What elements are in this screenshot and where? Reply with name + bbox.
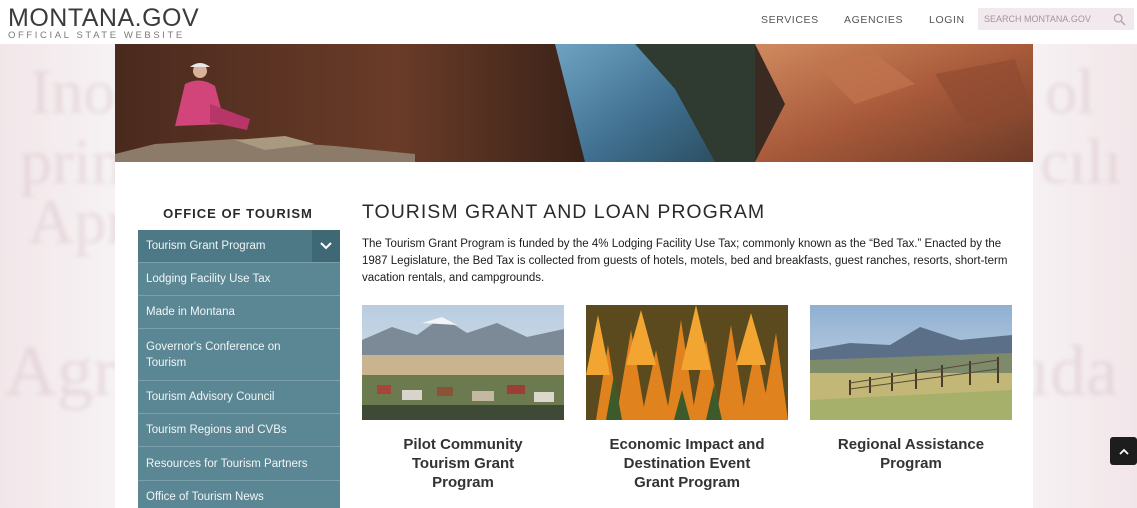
sidebar-item-office-news[interactable]: Office of Tourism News — [138, 481, 340, 508]
logo-subtitle: OFFICIAL STATE WEBSITE — [8, 30, 185, 41]
sidebar-item-label: Tourism Regions and CVBs — [146, 424, 287, 436]
nav-login[interactable]: LOGIN — [929, 14, 965, 26]
intro-paragraph: The Tourism Grant Program is funded by t… — [362, 238, 1008, 284]
sidebar-item-label: Tourism Advisory Council — [146, 391, 275, 403]
site-logo[interactable]: MONTANA.GOV OFFICIAL STATE WEBSITE — [8, 4, 200, 42]
chevron-up-icon — [1118, 448, 1129, 455]
sidebar-item-governors-conference[interactable]: Governor's Conference on Tourism — [138, 329, 340, 381]
card-pilot-community[interactable]: Pilot Community Tourism Grant Program — [362, 305, 564, 492]
hero-banner-image — [115, 44, 1033, 162]
sidebar-item-tourism-advisory-council[interactable]: Tourism Advisory Council — [138, 381, 340, 414]
sidebar-nav: Tourism Grant Program Lodging Facility U… — [138, 230, 340, 508]
sidebar-item-label: Governor's Conference on Tourism — [146, 340, 281, 369]
sidebar-item-label: Resources for Tourism Partners — [146, 457, 308, 470]
sidebar-item-label: Office of Tourism News — [146, 491, 264, 503]
page-title: TOURISM GRANT AND LOAN PROGRAM — [362, 201, 766, 223]
sidebar-item-tourism-regions[interactable]: Tourism Regions and CVBs — [138, 414, 340, 447]
card-title[interactable]: Regional Assistance Program — [810, 435, 1012, 473]
sidebar-title: OFFICE OF TOURISM — [163, 206, 313, 221]
sidebar-item-label: Lodging Facility Use Tax — [146, 273, 271, 285]
sidebar-item-made-in-montana[interactable]: Made in Montana — [138, 296, 340, 329]
nav-services[interactable]: SERVICES — [761, 14, 819, 26]
search-input[interactable] — [978, 8, 1108, 30]
sidebar-item-lodging-facility-use-tax[interactable]: Lodging Facility Use Tax — [138, 263, 340, 296]
search-icon[interactable] — [1108, 8, 1130, 30]
sidebar-item-label: Made in Montana — [146, 306, 235, 318]
chevron-down-icon[interactable] — [312, 230, 340, 262]
nav-agencies[interactable]: AGENCIES — [844, 14, 903, 26]
sidebar-item-resources[interactable]: Resources for Tourism Partners — [138, 447, 340, 481]
card-economic-impact[interactable]: Economic Impact and Destination Event Gr… — [586, 305, 788, 492]
sidebar-item-label: Tourism Grant Program — [146, 240, 266, 252]
card-image[interactable] — [810, 305, 1012, 420]
card-regional-assistance[interactable]: Regional Assistance Program — [810, 305, 1012, 473]
back-to-top-button[interactable] — [1110, 437, 1137, 465]
card-image[interactable] — [586, 305, 788, 420]
site-header: MONTANA.GOV OFFICIAL STATE WEBSITE SERVI… — [0, 0, 1137, 44]
sidebar-item-tourism-grant-program[interactable]: Tourism Grant Program — [138, 230, 340, 263]
search-box — [978, 8, 1134, 30]
card-title[interactable]: Economic Impact and Destination Event Gr… — [586, 435, 788, 492]
card-title[interactable]: Pilot Community Tourism Grant Program — [362, 435, 564, 492]
logo-title: MONTANA.GOV — [8, 4, 200, 32]
card-image[interactable] — [362, 305, 564, 420]
